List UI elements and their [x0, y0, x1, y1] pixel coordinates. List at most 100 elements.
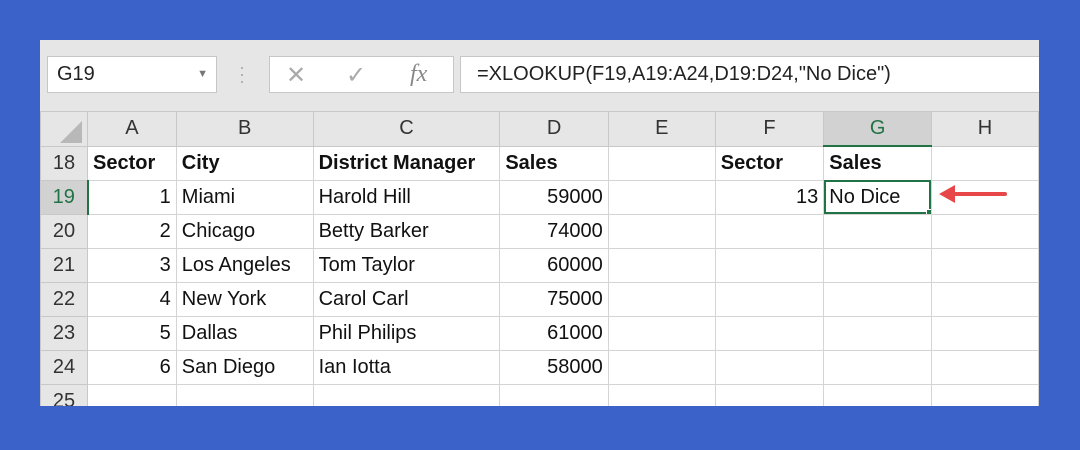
table-row: 21 3 Los Angeles Tom Taylor 60000	[40, 247, 1039, 283]
cell-B19[interactable]: Miami	[175, 179, 314, 215]
cell-E19[interactable]	[607, 179, 716, 215]
cell-G24[interactable]	[823, 349, 932, 385]
cell-A20[interactable]: 2	[87, 213, 177, 249]
cell-G25[interactable]	[823, 383, 932, 406]
cell-G18[interactable]: Sales	[823, 145, 932, 181]
column-header-D[interactable]: D	[499, 111, 609, 147]
function-icon[interactable]: fx	[410, 61, 427, 88]
cell-A25[interactable]	[87, 383, 177, 406]
cell-B18[interactable]: City	[175, 145, 314, 181]
row-header-23[interactable]: 23	[40, 315, 88, 351]
cell-B20[interactable]: Chicago	[175, 213, 314, 249]
cell-H22[interactable]	[930, 281, 1039, 317]
cell-H25[interactable]	[930, 383, 1039, 406]
cell-G21[interactable]	[823, 247, 932, 283]
row-header-24[interactable]: 24	[40, 349, 88, 385]
cell-A23[interactable]: 5	[87, 315, 177, 351]
cell-E23[interactable]	[607, 315, 716, 351]
cell-D20[interactable]: 74000	[499, 213, 609, 249]
row-header-22[interactable]: 22	[40, 281, 88, 317]
row-header-20[interactable]: 20	[40, 213, 88, 249]
table-row: 19 1 Miami Harold Hill 59000 13 No Dice	[40, 179, 1039, 215]
formula-input[interactable]: =XLOOKUP(F19,A19:A24,D19:D24,"No Dice")	[460, 56, 1039, 93]
name-box[interactable]: G19 ▼	[47, 56, 217, 93]
cancel-icon[interactable]: ✕	[286, 61, 306, 90]
cell-H20[interactable]	[930, 213, 1039, 249]
row-header-21[interactable]: 21	[40, 247, 88, 283]
cell-D21[interactable]: 60000	[499, 247, 609, 283]
cell-C24[interactable]: Ian Iotta	[312, 349, 501, 385]
spreadsheet-grid: ABCDEFGH 18 Sector City District Manager Sal…	[40, 111, 1039, 406]
cell-D23[interactable]: 61000	[499, 315, 609, 351]
cell-H18[interactable]	[930, 145, 1039, 181]
cell-E18[interactable]	[607, 145, 716, 181]
cell-H23[interactable]	[930, 315, 1039, 351]
cell-A19[interactable]: 1	[87, 179, 177, 215]
cell-D25[interactable]	[499, 383, 609, 406]
cell-G23[interactable]	[823, 315, 932, 351]
cell-C21[interactable]: Tom Taylor	[312, 247, 501, 283]
cell-C23[interactable]: Phil Philips	[312, 315, 501, 351]
cell-F19[interactable]: 13	[714, 179, 825, 215]
cell-E21[interactable]	[607, 247, 716, 283]
cell-F23[interactable]	[714, 315, 825, 351]
name-box-value: G19	[57, 63, 95, 85]
cell-A24[interactable]: 6	[87, 349, 177, 385]
cell-C20[interactable]: Betty Barker	[312, 213, 501, 249]
cell-G22[interactable]	[823, 281, 932, 317]
cell-C18[interactable]: District Manager	[312, 145, 501, 181]
cell-F24[interactable]	[714, 349, 825, 385]
chevron-down-icon[interactable]: ▼	[197, 57, 208, 92]
column-header-C[interactable]: C	[312, 111, 501, 147]
cell-E20[interactable]	[607, 213, 716, 249]
cell-G20[interactable]	[823, 213, 932, 249]
cell-B23[interactable]: Dallas	[175, 315, 314, 351]
table-row: 20 2 Chicago Betty Barker 74000	[40, 213, 1039, 249]
table-row: 25	[40, 383, 1039, 406]
formula-buttons: ✕ ✓ fx	[269, 56, 454, 93]
cell-E24[interactable]	[607, 349, 716, 385]
fill-handle[interactable]	[925, 208, 931, 213]
cell-B22[interactable]: New York	[175, 281, 314, 317]
cell-F20[interactable]	[714, 213, 825, 249]
column-header-G[interactable]: G	[823, 111, 932, 147]
cell-A22[interactable]: 4	[87, 281, 177, 317]
cell-B21[interactable]: Los Angeles	[175, 247, 314, 283]
cell-C22[interactable]: Carol Carl	[312, 281, 501, 317]
cell-F21[interactable]	[714, 247, 825, 283]
column-header-F[interactable]: F	[714, 111, 825, 147]
cell-A21[interactable]: 3	[87, 247, 177, 283]
excel-window: G19 ▼ · · · ✕ ✓ fx =XLOOKUP(F19,A19:A24,D19…	[40, 40, 1039, 406]
cell-D24[interactable]: 58000	[499, 349, 609, 385]
cell-D18[interactable]: Sales	[499, 145, 609, 181]
column-header-B[interactable]: B	[175, 111, 314, 147]
cell-F25[interactable]	[714, 383, 825, 406]
cell-C25[interactable]	[312, 383, 501, 406]
column-header-H[interactable]: H	[930, 111, 1039, 147]
table-row: 24 6 San Diego Ian Iotta 58000	[40, 349, 1039, 385]
formula-toolbar: G19 ▼ · · · ✕ ✓ fx =XLOOKUP(F19,A19:A24,D19…	[40, 40, 1039, 111]
row-header-19[interactable]: 19	[40, 179, 89, 215]
cell-F22[interactable]	[714, 281, 825, 317]
enter-icon[interactable]: ✓	[346, 61, 366, 90]
table-row: 22 4 New York Carol Carl 75000	[40, 281, 1039, 317]
cell-E22[interactable]	[607, 281, 716, 317]
cell-D19[interactable]: 59000	[499, 179, 609, 215]
cell-G19[interactable]: No Dice	[823, 179, 932, 215]
column-header-A[interactable]: A	[87, 111, 177, 147]
cell-D22[interactable]: 75000	[499, 281, 609, 317]
cell-C19[interactable]: Harold Hill	[312, 179, 501, 215]
cell-H21[interactable]	[930, 247, 1039, 283]
drag-handle-icon[interactable]: · · ·	[239, 58, 245, 90]
cell-H24[interactable]	[930, 349, 1039, 385]
row-header-18[interactable]: 18	[40, 145, 88, 181]
cell-E25[interactable]	[607, 383, 716, 406]
table-row: 23 5 Dallas Phil Philips 61000	[40, 315, 1039, 351]
column-header-E[interactable]: E	[607, 111, 716, 147]
cell-F18[interactable]: Sector	[714, 145, 825, 181]
cell-B25[interactable]	[175, 383, 314, 406]
row-header-25[interactable]: 25	[40, 383, 88, 406]
cell-B24[interactable]: San Diego	[175, 349, 314, 385]
cell-A18[interactable]: Sector	[87, 145, 177, 181]
select-all-corner[interactable]	[40, 111, 88, 147]
